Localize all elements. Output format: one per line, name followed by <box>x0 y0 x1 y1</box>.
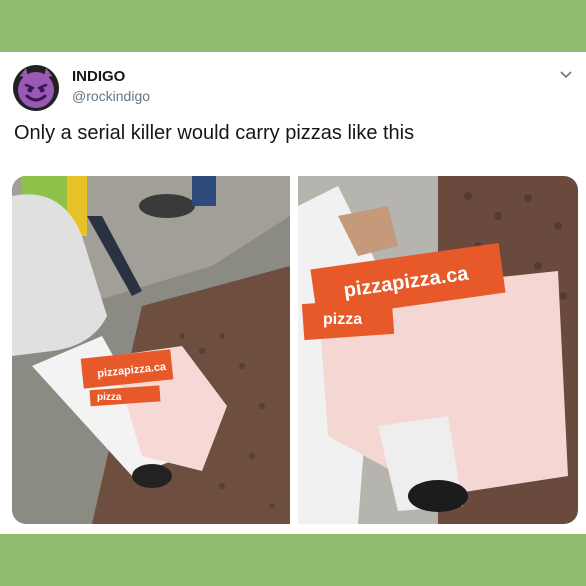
bottom-green-border <box>0 534 586 586</box>
photo-right[interactable]: pizzapizza.ca pizza <box>298 176 578 524</box>
photo-left[interactable]: pizzapizza.ca pizza <box>12 176 290 524</box>
chevron-down-icon[interactable] <box>556 64 576 84</box>
pizza-box-label-2: pizza <box>97 392 122 403</box>
tweet-card: INDIGO @rockindigo Only a serial killer … <box>0 52 586 534</box>
tweet-text: Only a serial killer would carry pizzas … <box>14 122 415 144</box>
user-handle[interactable]: @rockindigo <box>72 88 150 104</box>
pizza-box-label-large-2: pizza <box>323 311 362 328</box>
display-name[interactable]: INDIGO <box>72 68 125 85</box>
top-green-border <box>0 0 586 52</box>
smiling-devil-icon[interactable] <box>12 64 60 112</box>
